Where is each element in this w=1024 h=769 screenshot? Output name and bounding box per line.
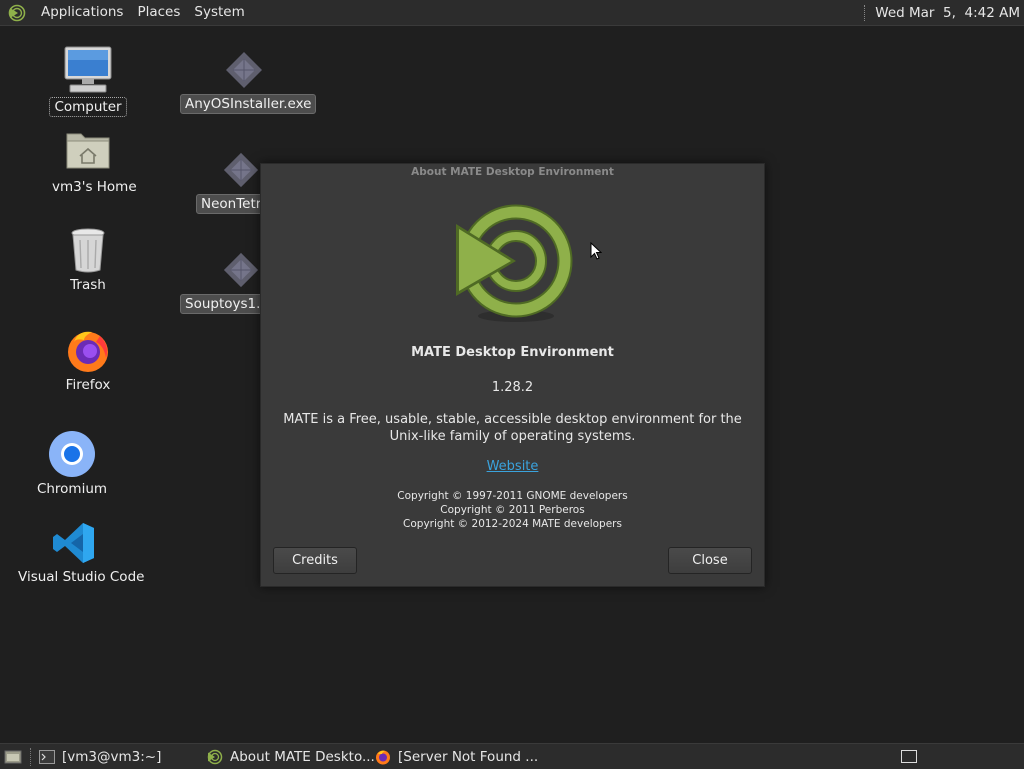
show-desktop-icon[interactable] bbox=[2, 746, 24, 768]
desktop-icon-label: AnyOSInstaller.exe bbox=[180, 94, 317, 114]
vscode-icon bbox=[14, 520, 134, 568]
app-version: 1.28.2 bbox=[491, 380, 534, 395]
taskbar-item-label: About MATE Deskto... bbox=[230, 748, 375, 765]
mate-menu-icon[interactable] bbox=[8, 2, 30, 24]
desktop-icon-label: Computer bbox=[49, 97, 127, 117]
workspace-switcher-icon[interactable] bbox=[901, 750, 917, 763]
dialog-title[interactable]: About MATE Desktop Environment bbox=[261, 166, 764, 178]
desktop-icon-firefox[interactable]: Firefox bbox=[48, 326, 128, 394]
executable-icon bbox=[196, 150, 260, 194]
top-panel: Applications Places System Wed Mar 5, 4:… bbox=[0, 0, 1024, 26]
mate-logo-icon bbox=[454, 204, 574, 330]
places-menu[interactable]: Places bbox=[130, 0, 187, 25]
credits-button[interactable]: Credits bbox=[273, 547, 357, 574]
desktop-icon-label: Chromium bbox=[36, 481, 108, 497]
taskbar-item-label: [vm3@vm3:~] bbox=[62, 748, 162, 765]
desktop-icon-label: Souptoys1.6 bbox=[180, 294, 260, 314]
firefox-icon bbox=[48, 326, 128, 376]
desktop-icon-label: Visual Studio Code bbox=[18, 569, 145, 585]
taskbar-item-about-mate[interactable]: About MATE Deskto... bbox=[201, 744, 375, 769]
about-dialog: About MATE Desktop Environment MATE Desk… bbox=[260, 163, 765, 587]
desktop-icon-trash[interactable]: Trash bbox=[48, 226, 128, 294]
app-name: MATE Desktop Environment bbox=[411, 345, 614, 360]
firefox-icon bbox=[375, 749, 391, 765]
desktop-icon-label: Firefox bbox=[65, 377, 111, 393]
executable-icon bbox=[180, 250, 260, 294]
desktop-icon-neontetr[interactable]: NeonTetr bbox=[196, 150, 260, 214]
copyright-line: Copyright © 2012-2024 MATE developers bbox=[403, 518, 622, 530]
taskbar-item-label: [Server Not Found ... bbox=[398, 748, 539, 765]
desktop-icon-anyosinstaller[interactable]: AnyOSInstaller.exe bbox=[180, 50, 317, 114]
close-button[interactable]: Close bbox=[668, 547, 752, 574]
app-description: MATE is a Free, usable, stable, accessib… bbox=[283, 412, 742, 444]
desktop-icon-label: vm3's Home bbox=[52, 179, 137, 195]
desktop-icon-label: Trash bbox=[70, 277, 106, 293]
copyright-line: Copyright © 2011 Perberos bbox=[440, 504, 585, 516]
desktop-icon-souptoys[interactable]: Souptoys1.6 bbox=[180, 250, 260, 314]
panel-separator bbox=[864, 4, 867, 21]
clock[interactable]: Wed Mar 5, 4:42 AM bbox=[875, 5, 1020, 21]
copyright-block: Copyright © 1997-2011 GNOME developers C… bbox=[261, 489, 764, 531]
system-menu[interactable]: System bbox=[187, 0, 251, 25]
trash-icon bbox=[48, 226, 128, 276]
home-folder-icon bbox=[48, 128, 128, 178]
desktop-icon-vscode[interactable]: Visual Studio Code bbox=[14, 520, 144, 586]
desktop-icon-chromium[interactable]: Chromium bbox=[32, 430, 112, 498]
taskbar-item-firefox[interactable]: [Server Not Found ... bbox=[369, 744, 539, 769]
chromium-icon bbox=[32, 430, 112, 480]
applications-menu[interactable]: Applications bbox=[34, 0, 130, 25]
taskbar-item-terminal[interactable]: [vm3@vm3:~] bbox=[33, 744, 201, 769]
mouse-cursor-icon bbox=[590, 241, 603, 265]
bottom-panel: [vm3@vm3:~] About MATE Deskto... [Server… bbox=[0, 743, 1024, 769]
terminal-icon bbox=[39, 749, 55, 765]
desktop-icon-label: NeonTetr bbox=[196, 194, 260, 214]
desktop-icon-home[interactable]: vm3's Home bbox=[48, 128, 137, 196]
computer-icon bbox=[48, 45, 128, 97]
website-link[interactable]: Website bbox=[261, 459, 764, 474]
copyright-line: Copyright © 1997-2011 GNOME developers bbox=[397, 490, 628, 502]
desktop-icon-computer[interactable]: Computer bbox=[48, 45, 128, 117]
executable-icon bbox=[180, 50, 308, 94]
mate-icon bbox=[207, 749, 223, 765]
